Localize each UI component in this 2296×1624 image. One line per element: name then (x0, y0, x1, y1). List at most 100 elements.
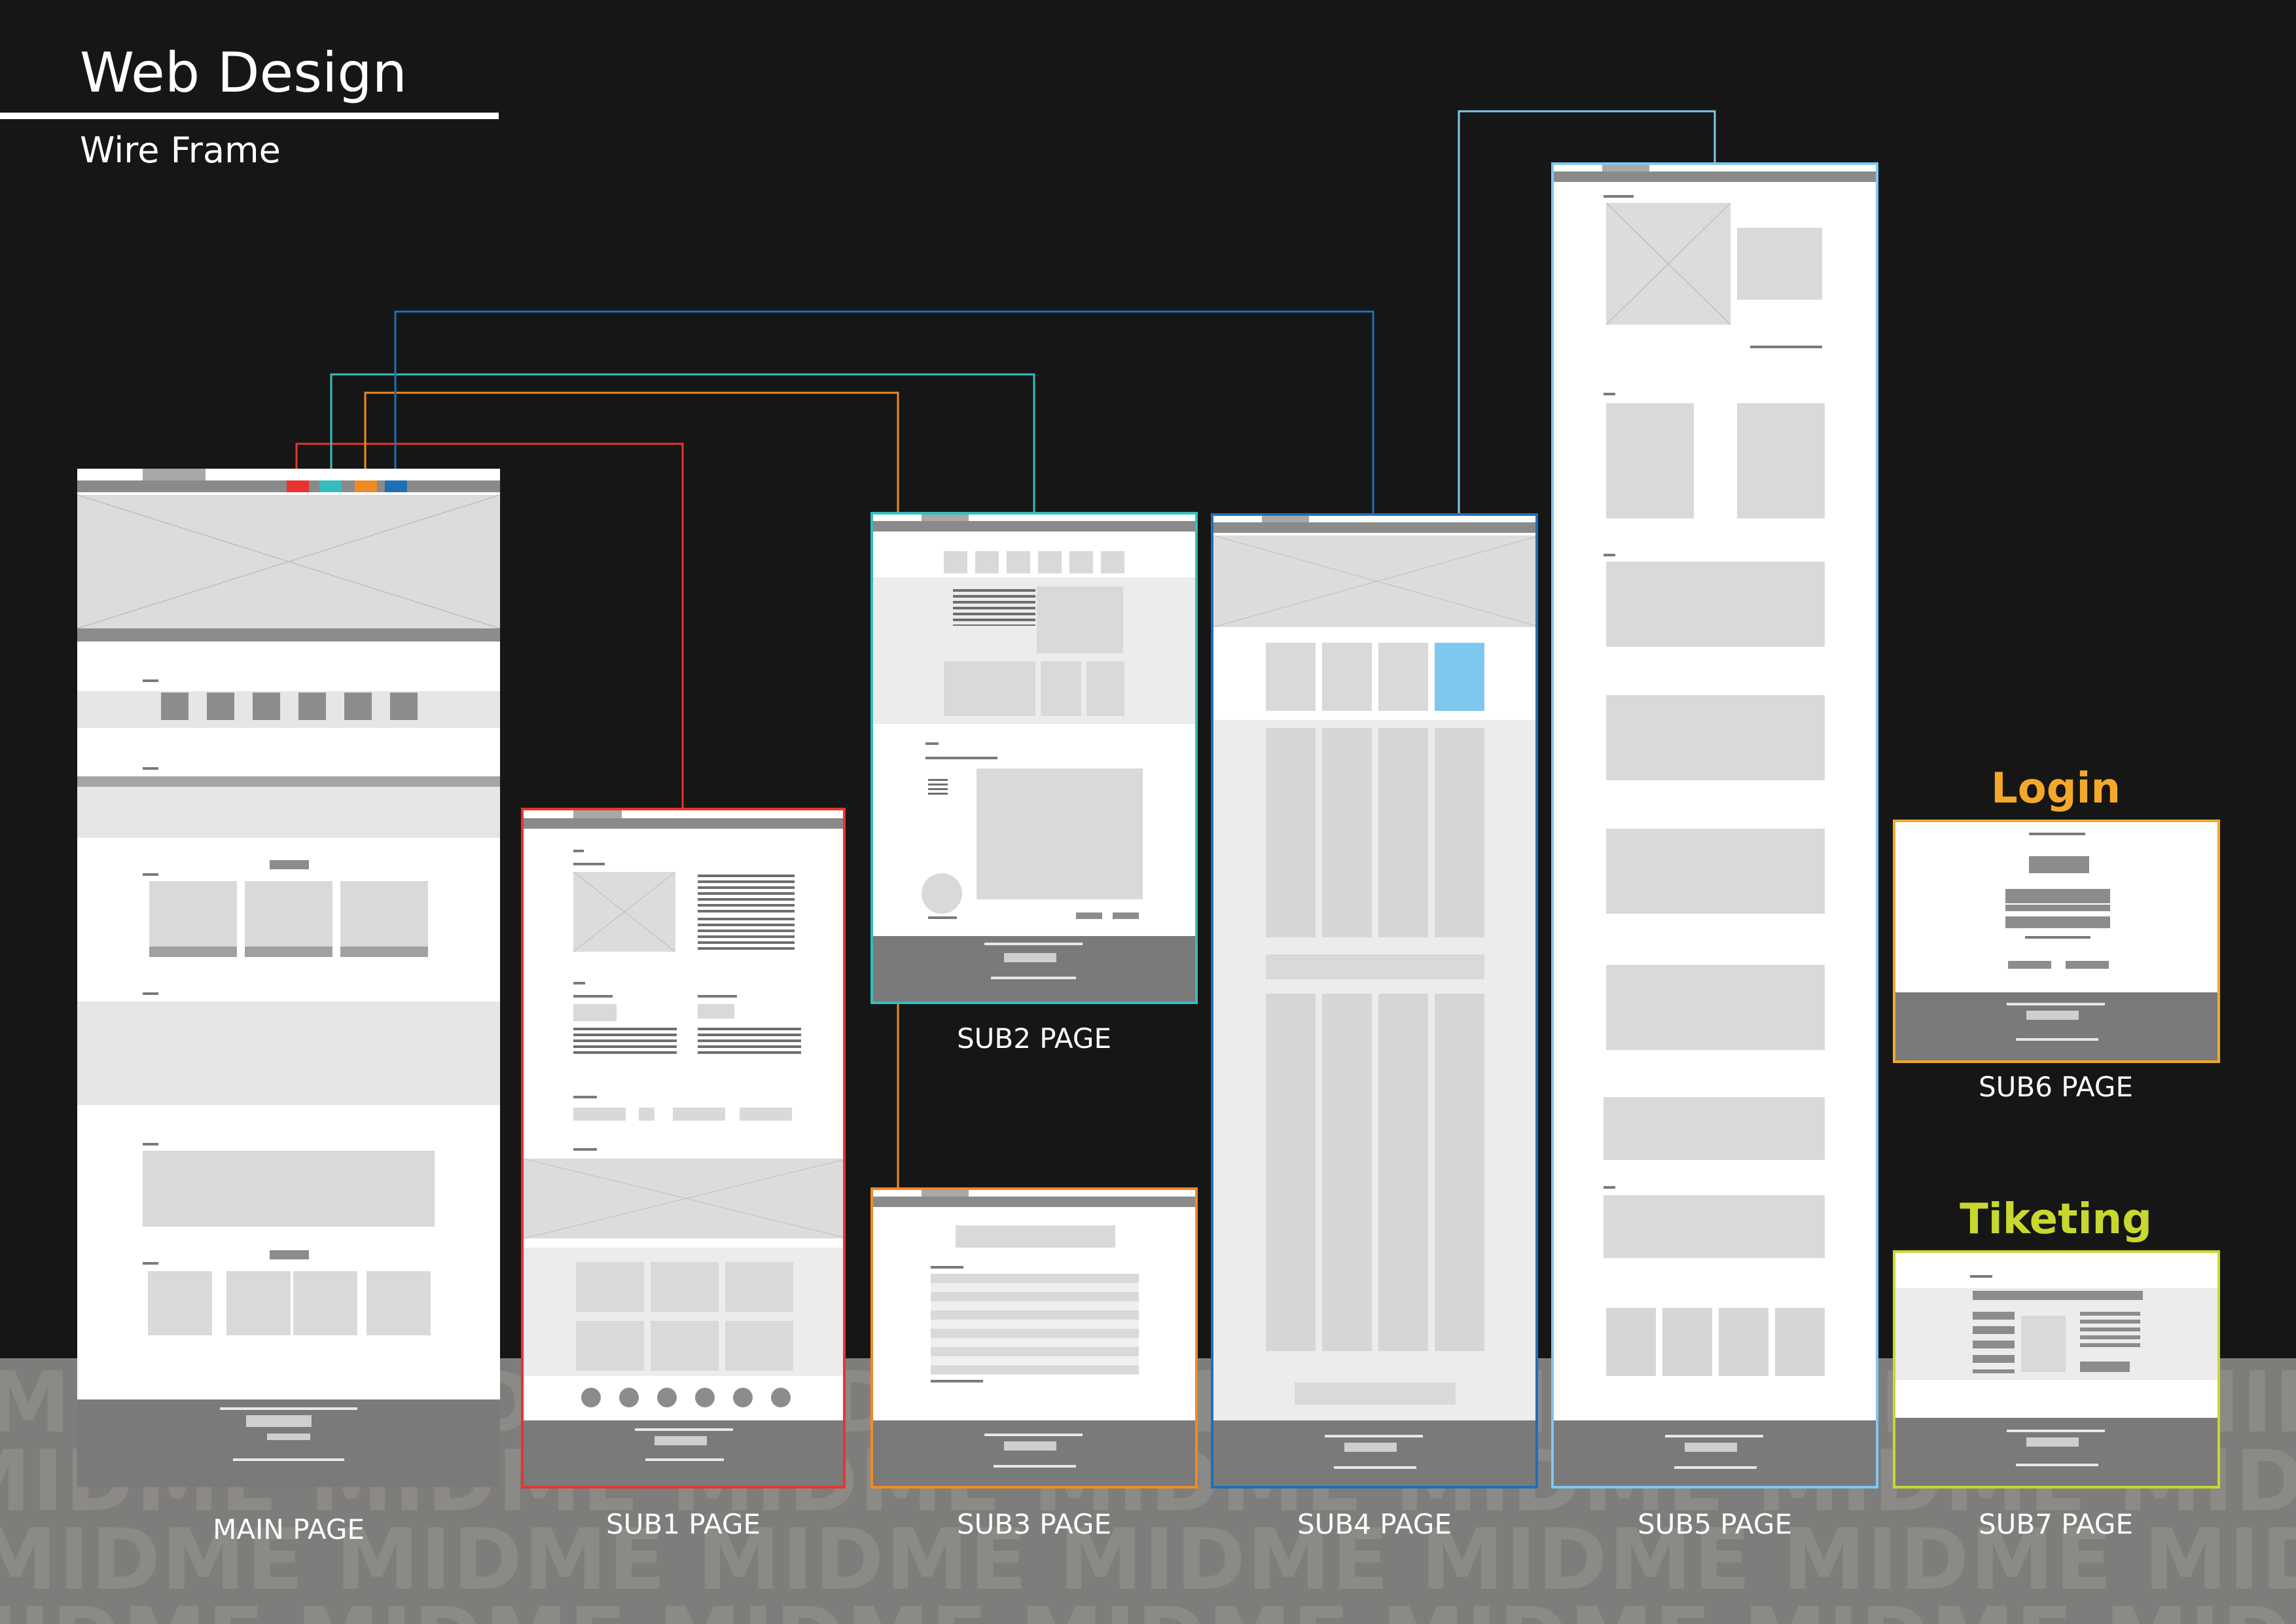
nav-item-sub2[interactable] (319, 480, 342, 492)
gallery-item[interactable] (725, 1321, 793, 1371)
thumb (740, 1108, 792, 1121)
icon-tile[interactable] (1069, 551, 1093, 573)
icon-tile[interactable] (390, 693, 418, 720)
icon-tile[interactable] (1038, 551, 1062, 573)
section-label (143, 767, 158, 770)
section-label (143, 992, 158, 995)
footer-links (220, 1407, 357, 1410)
avatar[interactable] (619, 1388, 639, 1407)
avatar[interactable] (657, 1388, 677, 1407)
main-page-wireframe[interactable] (77, 469, 500, 1487)
footer-copyright (233, 1458, 344, 1461)
icon-tile[interactable] (253, 693, 280, 720)
button[interactable] (1113, 912, 1139, 919)
avatar[interactable] (771, 1388, 791, 1407)
wf-nav-bar (1554, 171, 1876, 182)
button[interactable] (1076, 912, 1102, 919)
section-title (573, 863, 605, 865)
card[interactable] (245, 881, 332, 947)
nav-item-sub4[interactable] (385, 480, 407, 492)
detail-image (1737, 403, 1825, 518)
wide-banner (1604, 1195, 1825, 1258)
text-block (698, 875, 795, 914)
thumb[interactable] (148, 1271, 212, 1335)
wide-banner (1604, 1097, 1825, 1160)
avatar[interactable] (733, 1388, 753, 1407)
icon-band (77, 691, 500, 728)
icon-tile[interactable] (344, 693, 372, 720)
card[interactable] (340, 881, 428, 947)
footer-copyright (645, 1458, 724, 1461)
gallery-item[interactable] (576, 1321, 644, 1371)
icon-tile[interactable] (161, 693, 188, 720)
gallery-item[interactable] (725, 1262, 793, 1312)
gallery-item[interactable] (1086, 661, 1124, 716)
footer-logo (1004, 953, 1056, 962)
time-list[interactable] (1973, 1312, 2015, 1373)
banner-image (956, 1225, 1115, 1248)
banner-band (77, 787, 500, 838)
category-card[interactable] (1322, 643, 1372, 711)
category-card-active[interactable] (1435, 643, 1484, 711)
footer-links (635, 1428, 733, 1431)
avatar[interactable] (695, 1388, 715, 1407)
footer-copyright (2016, 1464, 2098, 1466)
footer-logo (1344, 1443, 1397, 1452)
product-grid[interactable] (1266, 728, 1484, 937)
icon-tile[interactable] (298, 693, 326, 720)
login-button[interactable] (2005, 916, 2110, 928)
gallery-item[interactable] (651, 1262, 719, 1312)
gallery-item[interactable] (576, 1262, 644, 1312)
icon-tile[interactable] (944, 551, 967, 573)
login-links[interactable] (2025, 936, 2090, 939)
sub7-page-wireframe[interactable] (1893, 1250, 2220, 1489)
thumb (698, 1004, 734, 1019)
thumb[interactable] (367, 1271, 431, 1335)
product-grid[interactable] (1266, 994, 1484, 1351)
password-input[interactable] (2005, 905, 2110, 911)
footer-logo (655, 1436, 707, 1445)
avatar[interactable] (581, 1388, 601, 1407)
book-button[interactable] (2080, 1362, 2130, 1372)
gallery-item[interactable] (651, 1321, 719, 1371)
card[interactable] (149, 881, 237, 947)
gallery-item[interactable] (1041, 661, 1081, 716)
schedule-table[interactable] (931, 1274, 1139, 1375)
footer-logo (1004, 1441, 1056, 1451)
nav-item-sub3[interactable] (355, 480, 377, 492)
thumb[interactable] (226, 1271, 291, 1335)
date-tabs[interactable] (1973, 1291, 2143, 1300)
pagination[interactable] (1295, 1382, 1456, 1405)
category-card[interactable] (1266, 643, 1316, 711)
sub3-page-wireframe[interactable] (870, 1187, 1198, 1489)
section-title (573, 995, 613, 998)
detail-image (1606, 403, 1694, 518)
section-label (1604, 393, 1615, 395)
map-area[interactable] (977, 768, 1143, 899)
signup-button[interactable] (2008, 961, 2051, 969)
sub1-page-wireframe[interactable] (521, 808, 846, 1489)
id-input[interactable] (2005, 889, 2110, 903)
seat-map[interactable] (2021, 1316, 2066, 1372)
gallery-item[interactable] (944, 661, 1035, 716)
footer-links (2007, 1003, 2105, 1005)
section-bar (77, 776, 500, 787)
sub5-page-wireframe[interactable] (1551, 162, 1878, 1489)
icon-tile[interactable] (975, 551, 999, 573)
sub6-page-wireframe[interactable] (1893, 820, 2220, 1063)
section-heading (270, 860, 309, 869)
icon-tile[interactable] (1101, 551, 1124, 573)
hero-image-placeholder (1213, 535, 1535, 627)
icon-tile[interactable] (1007, 551, 1030, 573)
thumb[interactable] (293, 1271, 357, 1335)
product-options[interactable] (1737, 228, 1822, 300)
wf-footer (873, 936, 1195, 1001)
find-account-button[interactable] (2066, 961, 2109, 969)
category-card[interactable] (1378, 643, 1428, 711)
sub4-page-wireframe[interactable] (1211, 513, 1538, 1489)
sub2-page-wireframe[interactable] (870, 512, 1198, 1004)
related-products[interactable] (1606, 1308, 1825, 1376)
nav-item-sub1[interactable] (287, 480, 309, 492)
icon-tile[interactable] (207, 693, 234, 720)
section-label (573, 982, 585, 984)
